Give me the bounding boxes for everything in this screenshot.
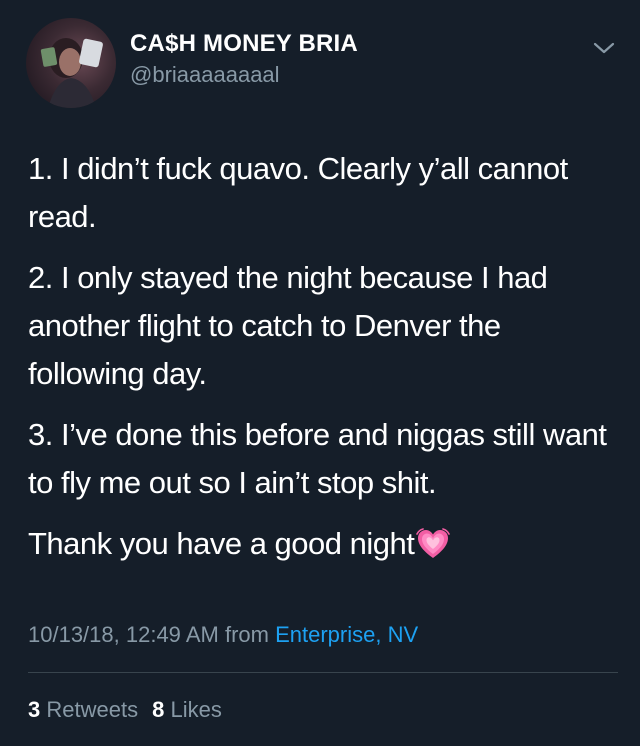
chevron-down-icon[interactable] [593, 40, 615, 56]
tweet-paragraph-closing: Thank you have a good night [28, 520, 618, 574]
tweet-text: 1. I didn’t fuck quavo. Clearly y’all ca… [28, 145, 618, 587]
timestamp[interactable]: 10/13/18, 12:49 AM [28, 622, 219, 647]
location-link[interactable]: Enterprise, NV [275, 622, 418, 647]
tweet-paragraph: 2. I only stayed the night because I had… [28, 260, 548, 391]
tweet-meta: 10/13/18, 12:49 AM from Enterprise, NV [28, 622, 418, 648]
retweets-label: Retweets [46, 697, 139, 722]
divider [28, 672, 618, 673]
growing-heart-emoji-icon [416, 526, 451, 574]
tweet-paragraph: 1. I didn’t fuck quavo. Clearly y’all ca… [28, 151, 568, 234]
display-name[interactable]: CA$H MONEY BRIA [130, 30, 358, 58]
tweet-paragraph: 3. I’ve done this before and niggas stil… [28, 417, 607, 500]
likes-stat[interactable]: 8 Likes [152, 697, 222, 722]
user-handle[interactable]: @briaaaaaaaal [130, 62, 280, 88]
likes-count: 8 [152, 697, 165, 722]
from-label: from [224, 622, 269, 647]
avatar[interactable] [26, 18, 116, 108]
tweet-card: CA$H MONEY BRIA @briaaaaaaaal 1. I didn’… [0, 0, 640, 746]
engagement-stats: 3 Retweets 8 Likes [28, 697, 222, 723]
tweet-paragraph: Thank you have a good night [28, 526, 415, 561]
likes-label: Likes [170, 697, 222, 722]
retweets-count: 3 [28, 697, 41, 722]
retweets-stat[interactable]: 3 Retweets [28, 697, 138, 722]
profile-photo-icon [40, 38, 103, 108]
